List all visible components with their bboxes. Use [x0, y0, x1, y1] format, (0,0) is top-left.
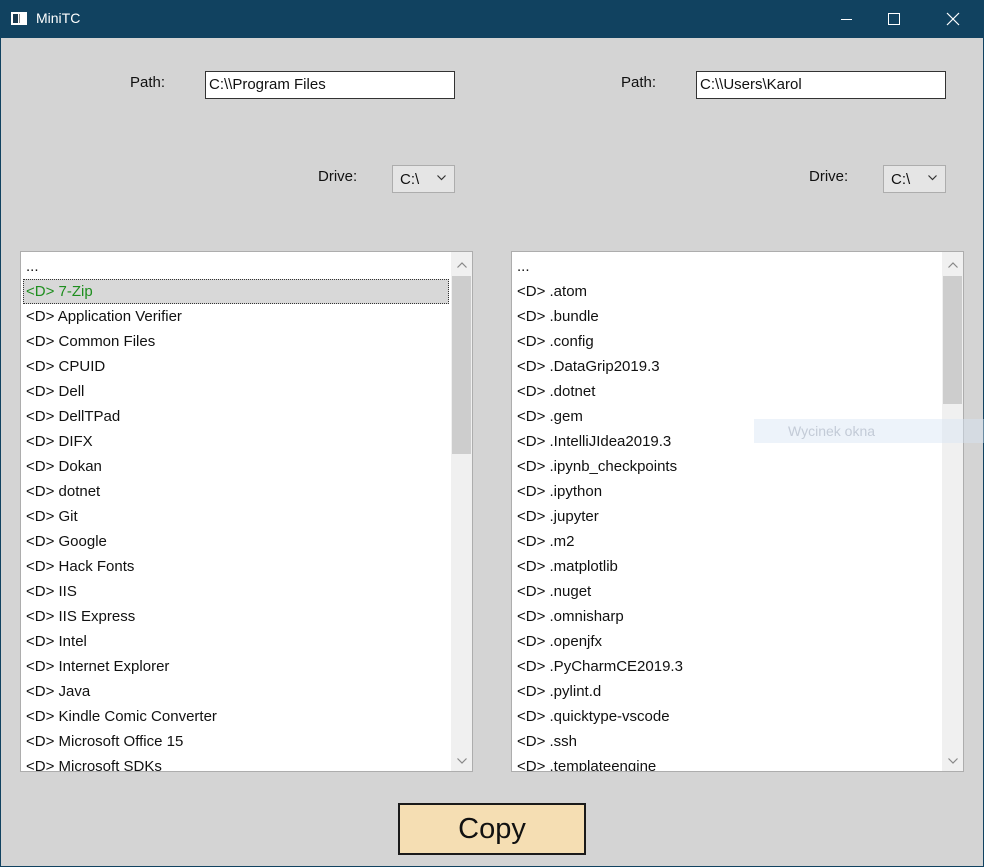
left-scrollbar[interactable]	[451, 252, 472, 771]
list-item[interactable]: <D> .ipython	[512, 479, 942, 504]
chevron-up-icon	[456, 261, 467, 268]
list-item[interactable]: <D> .jupyter	[512, 504, 942, 529]
minimize-icon	[841, 19, 852, 20]
list-item[interactable]: <D> DIFX	[21, 429, 451, 454]
left-drive-select[interactable]: C:\	[392, 165, 455, 193]
scroll-down-button[interactable]	[451, 750, 472, 771]
right-file-list[interactable]: ... <D> .atom <D> .bundle <D> .config <D> .D…	[511, 251, 964, 772]
list-item[interactable]: <D> Microsoft Office 15	[21, 729, 451, 754]
parent-dir-item[interactable]: ...	[512, 253, 942, 279]
chevron-up-icon	[947, 261, 958, 268]
list-item[interactable]: <D> .ssh	[512, 729, 942, 754]
chevron-down-icon	[456, 757, 467, 764]
list-item[interactable]: <D> Hack Fonts	[21, 554, 451, 579]
right-scroll-thumb[interactable]	[943, 276, 962, 404]
list-item[interactable]: <D> Git	[21, 504, 451, 529]
list-item[interactable]: <D> 7-Zip	[23, 279, 449, 304]
window-title: MiniTC	[36, 10, 81, 26]
list-item[interactable]: <D> Google	[21, 529, 451, 554]
left-drive-value: C:\	[400, 171, 420, 188]
list-item[interactable]: <D> dotnet	[21, 479, 451, 504]
list-item[interactable]: <D> IIS Express	[21, 604, 451, 629]
list-item[interactable]: <D> .m2	[512, 529, 942, 554]
right-drive-value: C:\	[891, 171, 911, 188]
list-item[interactable]: <D> Java	[21, 679, 451, 704]
chevron-down-icon	[947, 757, 958, 764]
right-path-input[interactable]: C:\\Users\Karol	[696, 71, 946, 99]
list-item[interactable]: <D> .openjfx	[512, 629, 942, 654]
list-item[interactable]: <D> .quicktype-vscode	[512, 704, 942, 729]
scroll-up-button[interactable]	[942, 254, 963, 275]
chevron-down-icon	[928, 175, 937, 181]
left-path-label: Path:	[130, 74, 166, 91]
list-item[interactable]: <D> Kindle Comic Converter	[21, 704, 451, 729]
list-item[interactable]: <D> .DataGrip2019.3	[512, 354, 942, 379]
list-item[interactable]: <D> .config	[512, 329, 942, 354]
list-item[interactable]: <D> .ipynb_checkpoints	[512, 454, 942, 479]
list-item[interactable]: <D> .templateengine	[512, 754, 942, 771]
right-drive-select[interactable]: C:\	[883, 165, 946, 193]
list-item[interactable]: <D> CPUID	[21, 354, 451, 379]
list-item[interactable]: <D> .PyCharmCE2019.3	[512, 654, 942, 679]
list-item[interactable]: <D> Dell	[21, 379, 451, 404]
copy-button[interactable]: Copy	[398, 803, 586, 855]
list-item[interactable]: <D> Microsoft SDKs	[21, 754, 451, 771]
list-item[interactable]: <D> IIS	[21, 579, 451, 604]
maximize-button[interactable]	[871, 0, 917, 38]
list-item[interactable]: <D> Intel	[21, 629, 451, 654]
right-path-label: Path:	[621, 74, 657, 91]
chevron-down-icon	[437, 175, 446, 181]
list-item[interactable]: <D> .nuget	[512, 579, 942, 604]
list-item[interactable]: <D> .dotnet	[512, 379, 942, 404]
parent-dir-item[interactable]: ...	[21, 253, 451, 279]
title-bar: MiniTC	[0, 0, 984, 38]
list-item[interactable]: <D> .bundle	[512, 304, 942, 329]
maximize-icon	[887, 12, 900, 25]
left-drive-label: Drive:	[318, 168, 358, 185]
app-window-icon	[11, 12, 27, 25]
left-file-list[interactable]: ... <D> 7-Zip <D> Application Verifier <D> …	[20, 251, 473, 772]
list-item[interactable]: <D> Application Verifier	[21, 304, 451, 329]
list-item[interactable]: <D> Common Files	[21, 329, 451, 354]
right-scrollbar[interactable]	[942, 252, 963, 771]
list-item[interactable]: <D> .omnisharp	[512, 604, 942, 629]
list-item[interactable]: <D> .atom	[512, 279, 942, 304]
left-scroll-thumb[interactable]	[452, 276, 471, 454]
list-item[interactable]: <D> .matplotlib	[512, 554, 942, 579]
list-item[interactable]: <D> .pylint.d	[512, 679, 942, 704]
left-file-items: ... <D> 7-Zip <D> Application Verifier <D> …	[21, 253, 451, 771]
right-file-items: ... <D> .atom <D> .bundle <D> .config <D> .D…	[512, 253, 942, 771]
close-button[interactable]	[930, 0, 976, 38]
minimize-button[interactable]	[824, 0, 870, 38]
scroll-down-button[interactable]	[942, 750, 963, 771]
close-icon	[946, 12, 960, 26]
list-item[interactable]: <D> Internet Explorer	[21, 654, 451, 679]
snip-tooltip: Wycinek okna	[754, 419, 984, 443]
left-path-input[interactable]: C:\\Program Files	[205, 71, 455, 99]
right-drive-label: Drive:	[809, 168, 849, 185]
scroll-up-button[interactable]	[451, 254, 472, 275]
list-item[interactable]: <D> DellTPad	[21, 404, 451, 429]
list-item[interactable]: <D> Dokan	[21, 454, 451, 479]
